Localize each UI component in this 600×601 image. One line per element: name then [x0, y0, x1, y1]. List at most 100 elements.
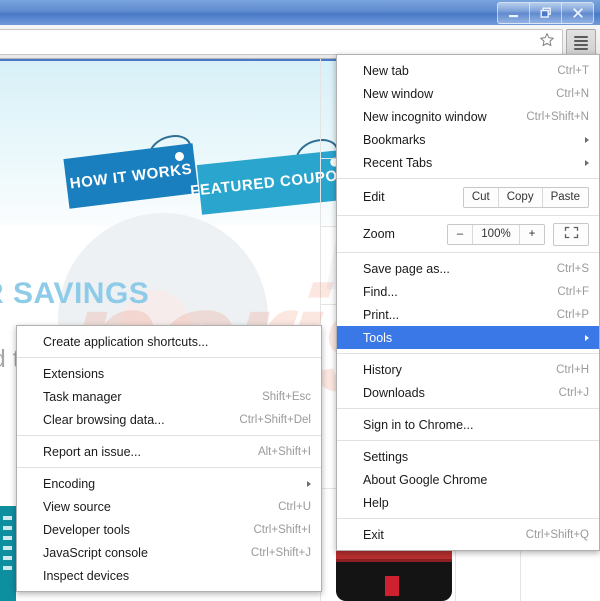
submenu-item-inspect-devices[interactable]: Inspect devices — [17, 564, 321, 587]
submenu-item-encoding[interactable]: Encoding — [17, 472, 321, 495]
address-bar[interactable] — [0, 29, 563, 55]
page-side-banner — [0, 506, 16, 601]
submenu-item-view-source[interactable]: View source Ctrl+U — [17, 495, 321, 518]
menu-separator — [337, 252, 599, 253]
submenu-item-encoding-label: Encoding — [43, 476, 96, 491]
submenu-item-javascript-console[interactable]: JavaScript console Ctrl+Shift+J — [17, 541, 321, 564]
zoom-button-group: –100% + — [447, 223, 545, 245]
menu-item-new-incognito-window[interactable]: New incognito window Ctrl+Shift+N — [337, 105, 599, 128]
menu-item-print-label: Print... — [363, 307, 400, 322]
menu-separator — [337, 518, 599, 519]
nav-tag-featured-coupons-label: FEATURED COUPONS — [189, 164, 361, 200]
submenu-item-create-application-shortcuts[interactable]: Create application shortcuts... — [17, 330, 321, 353]
menu-separator — [337, 408, 599, 409]
edit-buttons: Cut Copy Paste — [462, 186, 589, 208]
zoom-in-button[interactable]: + — [519, 224, 544, 244]
menu-row-zoom-label: Zoom — [363, 227, 395, 241]
menu-separator — [17, 357, 321, 358]
fullscreen-icon — [564, 226, 579, 242]
fullscreen-button[interactable] — [553, 222, 589, 246]
menu-item-bookmarks[interactable]: Bookmarks — [337, 128, 599, 151]
menu-separator — [17, 435, 321, 436]
window-title-bar — [0, 0, 600, 26]
menu-item-history-shortcut: Ctrl+H — [556, 363, 589, 376]
menu-item-new-incognito-window-shortcut: Ctrl+Shift+N — [526, 110, 589, 123]
submenu-item-javascript-console-shortcut: Ctrl+Shift+J — [250, 546, 311, 559]
menu-item-find[interactable]: Find... Ctrl+F — [337, 280, 599, 303]
menu-item-sign-in-to-chrome[interactable]: Sign in to Chrome... — [337, 413, 599, 436]
restore-button[interactable] — [530, 2, 562, 24]
browser-window: HOW IT WORKS FEATURED COUPONS R SAVINGS … — [0, 0, 600, 601]
submenu-item-clear-browsing-data-label: Clear browsing data... — [43, 412, 165, 427]
close-button[interactable] — [562, 2, 594, 24]
menu-item-save-page-as-label: Save page as... — [363, 261, 450, 276]
minimize-icon — [508, 8, 519, 19]
chevron-right-icon — [307, 480, 311, 487]
minimize-button[interactable] — [497, 2, 530, 24]
zoom-controls: –100% + — [447, 222, 589, 246]
menu-item-bookmarks-label: Bookmarks — [363, 132, 426, 147]
submenu-item-inspect-devices-label: Inspect devices — [43, 568, 130, 583]
menu-item-new-tab[interactable]: New tab Ctrl+T — [337, 59, 599, 82]
cut-button[interactable]: Cut — [464, 188, 498, 207]
menu-item-about-google-chrome[interactable]: About Google Chrome — [337, 468, 599, 491]
chevron-right-icon — [585, 159, 589, 166]
close-icon — [572, 7, 584, 19]
menu-item-downloads[interactable]: Downloads Ctrl+J — [337, 381, 599, 404]
menu-row-edit[interactable]: Edit Cut Copy Paste — [337, 183, 599, 211]
chrome-main-menu[interactable]: New tab Ctrl+T New window Ctrl+N New incogni… — [336, 54, 600, 551]
menu-item-find-shortcut: Ctrl+F — [557, 285, 589, 298]
menu-item-settings-label: Settings — [363, 449, 409, 464]
menu-separator — [337, 215, 599, 216]
menu-item-settings[interactable]: Settings — [337, 445, 599, 468]
menu-item-recent-tabs-label: Recent Tabs — [363, 155, 433, 170]
menu-item-help-label: Help — [363, 495, 389, 510]
chevron-right-icon — [585, 334, 589, 341]
menu-item-about-google-chrome-label: About Google Chrome — [363, 472, 488, 487]
menu-separator — [337, 353, 599, 354]
menu-item-new-window[interactable]: New window Ctrl+N — [337, 82, 599, 105]
tools-submenu[interactable]: Create application shortcuts... Extension… — [16, 325, 322, 592]
menu-item-save-page-as[interactable]: Save page as... Ctrl+S — [337, 257, 599, 280]
edit-button-group: Cut Copy Paste — [462, 186, 589, 208]
submenu-item-clear-browsing-data-shortcut: Ctrl+Shift+Del — [239, 413, 311, 426]
submenu-item-clear-browsing-data[interactable]: Clear browsing data... Ctrl+Shift+Del — [17, 408, 321, 431]
menu-item-exit-label: Exit — [363, 527, 384, 542]
menu-item-exit-shortcut: Ctrl+Shift+Q — [525, 528, 589, 541]
menu-item-history[interactable]: History Ctrl+H — [337, 358, 599, 381]
copy-button[interactable]: Copy — [497, 187, 542, 207]
menu-row-edit-label: Edit — [363, 190, 385, 204]
menu-item-tools-label: Tools — [363, 330, 393, 345]
menu-item-print-shortcut: Ctrl+P — [556, 308, 589, 321]
chrome-menu-button[interactable] — [566, 29, 596, 56]
submenu-item-developer-tools-label: Developer tools — [43, 522, 130, 537]
menu-item-new-tab-label: New tab — [363, 63, 409, 78]
menu-item-help[interactable]: Help — [337, 491, 599, 514]
menu-row-zoom[interactable]: Zoom –100% + — [337, 220, 599, 248]
submenu-item-javascript-console-label: JavaScript console — [43, 545, 148, 560]
menu-item-downloads-shortcut: Ctrl+J — [558, 386, 589, 399]
menu-separator — [337, 440, 599, 441]
product-image — [336, 546, 452, 601]
submenu-item-extensions[interactable]: Extensions — [17, 362, 321, 385]
paste-button[interactable]: Paste — [541, 187, 588, 207]
menu-item-recent-tabs[interactable]: Recent Tabs — [337, 151, 599, 174]
bookmark-star-button[interactable] — [538, 32, 556, 51]
window-controls — [497, 2, 594, 24]
submenu-item-task-manager-shortcut: Shift+Esc — [262, 390, 311, 403]
menu-item-sign-in-to-chrome-label: Sign in to Chrome... — [363, 417, 474, 432]
submenu-item-developer-tools[interactable]: Developer tools Ctrl+Shift+I — [17, 518, 321, 541]
menu-item-exit[interactable]: Exit Ctrl+Shift+Q — [337, 523, 599, 546]
submenu-item-report-an-issue[interactable]: Report an issue... Alt+Shift+I — [17, 440, 321, 463]
hamburger-menu-icon — [574, 35, 588, 50]
zoom-level-value: 100% — [472, 224, 519, 244]
zoom-out-button[interactable]: – — [448, 225, 472, 244]
submenu-item-create-application-shortcuts-label: Create application shortcuts... — [43, 334, 209, 349]
submenu-item-task-manager[interactable]: Task manager Shift+Esc — [17, 385, 321, 408]
menu-item-print[interactable]: Print... Ctrl+P — [337, 303, 599, 326]
menu-item-new-incognito-window-label: New incognito window — [363, 109, 487, 124]
menu-item-new-tab-shortcut: Ctrl+T — [557, 64, 589, 77]
menu-separator — [17, 467, 321, 468]
menu-item-tools[interactable]: Tools — [337, 326, 599, 349]
menu-item-new-window-shortcut: Ctrl+N — [556, 87, 589, 100]
